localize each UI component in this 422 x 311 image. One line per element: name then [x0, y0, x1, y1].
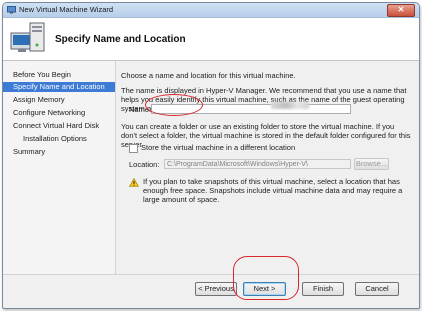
vm-wizard-icon [10, 22, 45, 52]
title-bar: New Virtual Machine Wizard ✕ [3, 3, 419, 18]
wizard-sidebar: Before You Begin Specify Name and Locati… [3, 61, 116, 274]
sidebar-item-specify-name[interactable]: Specify Name and Location [3, 82, 115, 92]
annotation-circle-next [233, 256, 299, 300]
snapshot-warning: If you plan to take snapshots of this vi… [143, 177, 403, 204]
page-title: Specify Name and Location [55, 34, 186, 45]
sidebar-item-before-you-begin[interactable]: Before You Begin [13, 70, 71, 80]
store-location-checkbox[interactable] [129, 144, 138, 153]
wizard-header: Specify Name and Location [3, 18, 419, 61]
redacted-name [271, 102, 309, 109]
location-label: Location: [129, 160, 160, 169]
warning-icon [129, 178, 139, 187]
sidebar-item-assign-memory[interactable]: Assign Memory [13, 95, 65, 105]
sidebar-item-installation-options[interactable]: Installation Options [23, 134, 87, 144]
store-location-label[interactable]: Store the virtual machine in a different… [141, 143, 295, 152]
previous-button[interactable]: < Previous [195, 282, 237, 296]
finish-button[interactable]: Finish [302, 282, 344, 296]
window-title: New Virtual Machine Wizard [19, 5, 114, 14]
sidebar-item-configure-networking[interactable]: Configure Networking [13, 108, 85, 118]
sidebar-item-connect-hard-disk[interactable]: Connect Virtual Hard Disk [13, 121, 99, 131]
cancel-button[interactable]: Cancel [355, 282, 399, 296]
wizard-window: New Virtual Machine Wizard ✕ Specify Nam… [2, 2, 420, 309]
intro-text: Choose a name and location for this virt… [121, 71, 296, 80]
wizard-content: Choose a name and location for this virt… [121, 61, 413, 274]
browse-button[interactable]: Browse... [354, 158, 389, 170]
sidebar-item-summary[interactable]: Summary [13, 147, 45, 157]
vm-app-icon [7, 6, 16, 14]
close-icon: ✕ [397, 5, 405, 14]
location-input[interactable]: C:\ProgramData\Microsoft\Windows\Hyper-V… [164, 159, 351, 169]
annotation-circle-name [145, 94, 203, 116]
wizard-footer: < Previous Next > Finish Cancel [3, 274, 419, 308]
close-button[interactable]: ✕ [387, 4, 415, 17]
